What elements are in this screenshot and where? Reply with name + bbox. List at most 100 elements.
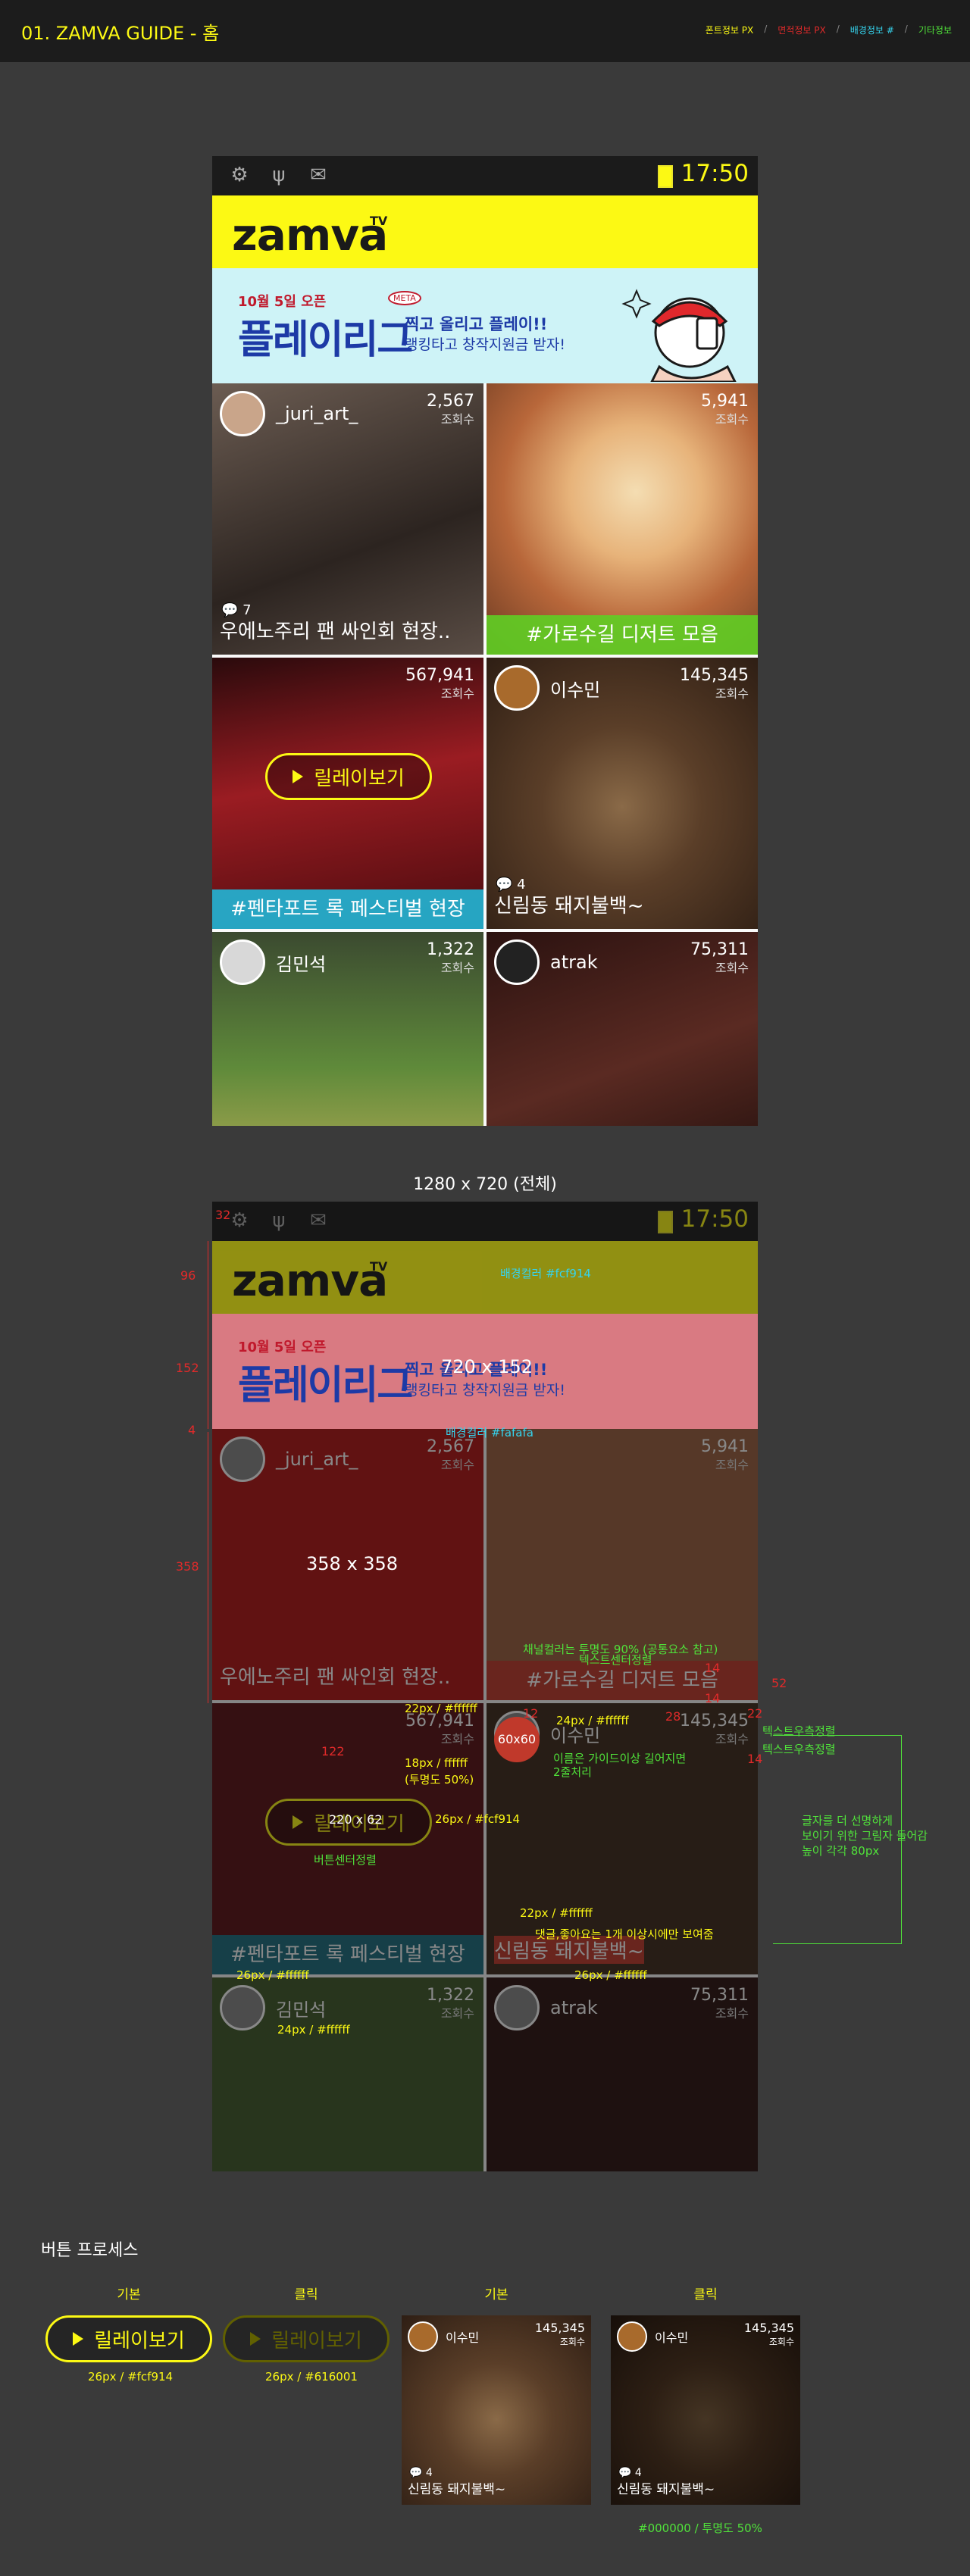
page-title: 01. ZAMVA GUIDE - 홈	[21, 23, 220, 44]
video-grid: _juri_art_ 2,567 조회수 💬 7 우에노주리 팬 싸인회 현장..…	[212, 383, 758, 1126]
channel-bar[interactable]: #펜타포트 록 페스티벌 현장	[212, 889, 483, 929]
view-count: 2,567 조회수	[427, 392, 474, 427]
legend-bg: 배경정보 #	[850, 25, 894, 36]
relay-button-click[interactable]: 릴레이보기	[223, 2315, 390, 2362]
spec-152: 152	[176, 1361, 199, 1375]
view-count: 145,345 조회수	[534, 2321, 585, 2348]
status-bar: ⚙ ψ ✉ 17:50	[212, 1202, 758, 1241]
view-count: 567,941 조회수	[405, 666, 474, 702]
video-tile[interactable]: 이수민 145,345 조회수 💬 4 신림동 돼지불백~	[487, 658, 758, 929]
channel-bar[interactable]: #가로수길 디저트 모음	[487, 615, 758, 655]
label-thumb-click: 클릭	[693, 2287, 718, 2302]
channel-bar: #가로수길 디저트 모음	[487, 1661, 758, 1700]
logo-bar: zamva TV	[212, 195, 758, 268]
avatar[interactable]	[494, 939, 540, 985]
user-name: atrak	[550, 1997, 598, 2018]
logo-bar: zamva TV	[212, 1241, 758, 1314]
comment-count: 💬 4	[409, 2467, 433, 2479]
user-name: 이수민	[655, 2331, 689, 2345]
user-name[interactable]: 이수민	[550, 675, 600, 702]
thumb-click[interactable]: 이수민 145,345 조회수 💬 4 신림동 돼지불백~	[611, 2315, 800, 2505]
clock: 17:50	[681, 160, 749, 187]
playleague-banner[interactable]: 10월 5일 오픈 플레이리그 META 찍고 올리고 플레이!! 랭킹타고 창…	[212, 268, 758, 383]
logo-tv: TV	[370, 1259, 388, 1274]
video-tile: 이수민 145,345 조회수 신림동 돼지불백~	[487, 1703, 758, 1974]
view-count: 75,311 조회수	[690, 940, 749, 976]
user-name[interactable]: _juri_art_	[276, 403, 358, 424]
video-tile: 567,941 조회수 릴레이보기 #펜타포트 록 페스티벌 현장	[212, 1703, 483, 1974]
video-caption: 신림동 돼지불백~	[617, 2482, 715, 2497]
banner-line1: 찍고 올리고 플레이!!	[405, 315, 548, 333]
video-tile[interactable]: 김민석 1,322 조회수	[212, 932, 483, 1126]
view-count: 5,941 조회수	[701, 392, 749, 427]
view-count: 75,311 조회수	[690, 1986, 749, 2021]
clock: 17:50	[681, 1205, 749, 1233]
note-thumb-click: #000000 / 투명도 50%	[638, 2521, 762, 2535]
view-count: 145,345 조회수	[680, 1712, 749, 1747]
spec-96: 96	[180, 1268, 196, 1283]
legend-sep: /	[764, 23, 768, 34]
video-tile[interactable]: 567,941 조회수 릴레이보기 #펜타포트 록 페스티벌 현장	[212, 658, 483, 929]
avatar	[220, 1436, 265, 1482]
legend-area: 면적정보 PX	[778, 25, 826, 36]
usb-icon: ψ	[272, 1209, 286, 1232]
banner-badge: META	[388, 291, 421, 305]
spec-52: 52	[771, 1676, 787, 1690]
comment-count: 💬 4	[618, 2467, 642, 2479]
phone-mockup-home: ⚙ ψ ✉ 17:50 zamva TV 10월 5일 오픈 플레이리그 MET…	[212, 156, 758, 1126]
video-tile[interactable]: atrak 75,311 조회수	[487, 932, 758, 1126]
legend-sep: /	[836, 23, 840, 34]
avatar	[494, 1711, 540, 1756]
spec-4: 4	[188, 1423, 196, 1437]
play-icon	[293, 770, 304, 783]
video-caption: 우에노주리 팬 싸인회 현장..	[220, 1666, 451, 1689]
banner-headline: 플레이리그	[238, 1363, 413, 1408]
mascot-illustration	[621, 289, 737, 382]
banner-line2: 랭킹타고 창작지원금 받자!	[405, 336, 565, 353]
spec-readability-3: 높이 각각 80px	[802, 1844, 880, 1858]
user-name[interactable]: atrak	[550, 952, 598, 973]
thumb-default[interactable]: 이수민 145,345 조회수 💬 4 신림동 돼지불백~	[402, 2315, 591, 2505]
battery-icon	[658, 1211, 673, 1233]
banner-line2: 랭킹타고 창작지원금 받자!	[405, 1382, 565, 1399]
label-click: 클릭	[294, 2287, 318, 2302]
video-tile: 5,941 조회수 #가로수길 디저트 모음	[487, 1429, 758, 1700]
legend-etc: 기타정보	[918, 25, 952, 36]
spec-text-right-2: 텍스트우측정렬	[762, 1743, 836, 1756]
play-icon	[73, 2332, 84, 2346]
relay-button-default[interactable]: 릴레이보기	[45, 2315, 212, 2362]
view-count: 145,345 조회수	[680, 666, 749, 702]
zamva-logo[interactable]: zamva	[232, 209, 388, 261]
battery-icon	[658, 165, 673, 188]
user-name: 이수민	[550, 1724, 601, 1746]
phone-mockup-spec: ⚙ ψ ✉ 17:50 zamva TV 10월 5일 오픈 플레이리그 찍고 …	[212, 1202, 758, 2171]
view-count: 145,345 조회수	[743, 2321, 794, 2348]
avatar[interactable]	[220, 391, 265, 436]
avatar	[220, 1985, 265, 2030]
spec-358: 358	[176, 1559, 199, 1574]
logo-tv: TV	[370, 214, 388, 228]
full-size-caption: 1280 x 720 (전체)	[413, 1175, 557, 1194]
video-caption: 신림동 돼지불백~	[494, 895, 644, 918]
video-caption: 신림동 돼지불백~	[494, 1936, 644, 1964]
user-name[interactable]: 김민석	[276, 949, 326, 976]
view-count: 1,322 조회수	[427, 1986, 474, 2021]
android-icon: ⚙	[230, 1209, 249, 1232]
play-icon	[293, 1815, 304, 1829]
relay-button[interactable]: 릴레이보기	[265, 753, 432, 800]
relay-button: 릴레이보기	[265, 1799, 432, 1846]
video-caption: 신림동 돼지불백~	[408, 2482, 506, 2497]
video-grid: _juri_art_ 2,567 조회수 우에노주리 팬 싸인회 현장.. 5,9…	[212, 1429, 758, 2171]
video-tile[interactable]: _juri_art_ 2,567 조회수 💬 7 우에노주리 팬 싸인회 현장..	[212, 383, 483, 655]
usb-icon: ψ	[272, 164, 286, 186]
avatar[interactable]	[494, 665, 540, 711]
video-caption: 우에노주리 팬 싸인회 현장..	[220, 621, 451, 643]
section-title: 버튼 프로세스	[41, 2241, 139, 2260]
user-name: 김민석	[276, 1999, 327, 2021]
mail-icon: ✉	[310, 1209, 327, 1232]
channel-bar: #펜타포트 록 페스티벌 현장	[212, 1935, 483, 1974]
avatar[interactable]	[220, 939, 265, 985]
video-tile[interactable]: 5,941 조회수 #가로수길 디저트 모음	[487, 383, 758, 655]
avatar	[617, 2321, 647, 2352]
label-default: 기본	[117, 2287, 141, 2302]
